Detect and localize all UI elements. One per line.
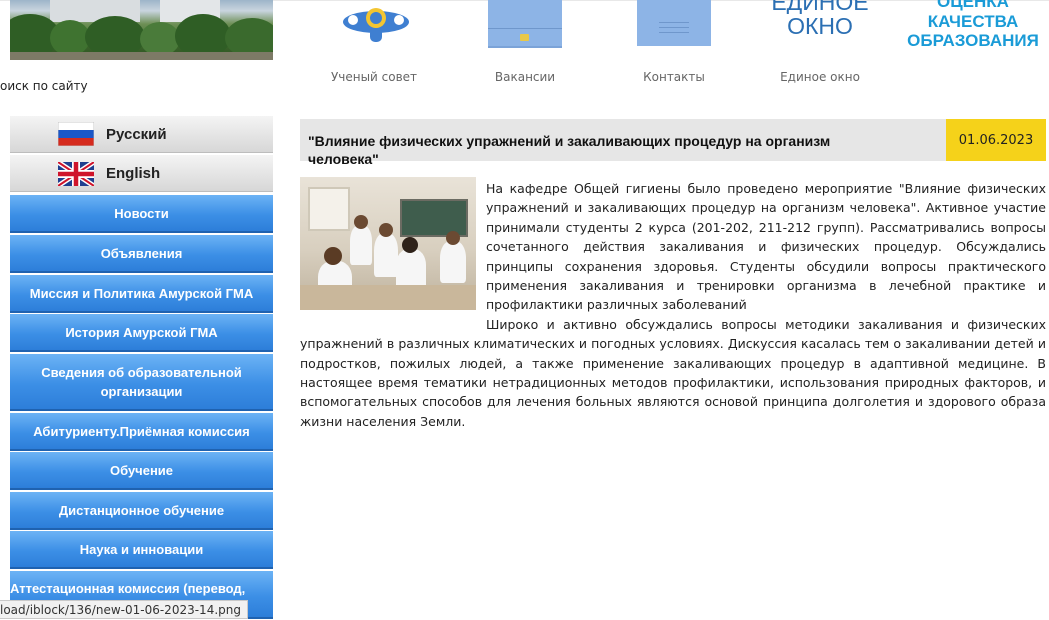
vacancies-icon [488, 0, 562, 48]
article-paragraph: Широко и активно обсуждались вопросы мет… [300, 316, 1046, 429]
quality-assessment-logo[interactable]: ОЦЕНКА КАЧЕСТВА ОБРАЗОВАНИЯ [898, 0, 1048, 50]
contacts-icon [637, 0, 711, 46]
quick-link-label: Единое окно [780, 70, 860, 84]
site-search-link[interactable]: оиск по сайту [0, 79, 88, 93]
browser-status-url: load/iblock/136/new-01-06-2023-14.png [0, 600, 248, 619]
article-body: На кафедре Общей гигиены было проведено … [300, 179, 1046, 431]
sidebar-item-history[interactable]: История Амурской ГМА [10, 314, 273, 352]
article-title[interactable]: "Влияние физических упражнений и закалив… [308, 119, 928, 167]
sidebar-item-education[interactable]: Обучение [10, 452, 273, 490]
language-label: English [106, 165, 161, 182]
language-russian-button[interactable]: Русский [10, 116, 273, 153]
quick-link-label: Ученый совет [330, 70, 418, 84]
quick-link-label: Вакансии [494, 70, 556, 84]
article-date-badge: 01.06.2023 [946, 119, 1046, 161]
single-window-icon: ЕДИНОЕ ОКНО [771, 0, 869, 39]
quick-link-label: Контакты [643, 70, 705, 84]
council-icon [343, 8, 409, 42]
sidebar-item-news[interactable]: Новости [10, 195, 273, 233]
campus-banner-image[interactable] [10, 0, 273, 60]
sidebar-item-announcements[interactable]: Объявления [10, 235, 273, 273]
sidebar-item-mission[interactable]: Миссия и Политика Амурской ГМА [10, 275, 273, 313]
uk-flag-icon [58, 162, 94, 186]
language-label: Русский [106, 126, 167, 143]
russia-flag-icon [58, 122, 94, 146]
sidebar-item-science[interactable]: Наука и инновации [10, 531, 273, 569]
sidebar-item-distance-learning[interactable]: Дистанционное обучение [10, 492, 273, 530]
language-english-button[interactable]: English [10, 155, 273, 192]
sidebar-item-org-info[interactable]: Сведения об образовательной организации [10, 354, 273, 411]
sidebar-item-admissions[interactable]: Абитуриенту.Приёмная комиссия [10, 413, 273, 451]
